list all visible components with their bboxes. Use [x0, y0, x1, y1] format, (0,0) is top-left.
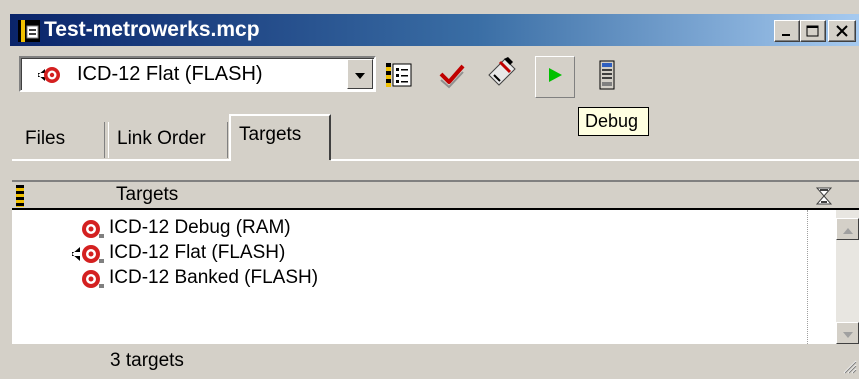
vertical-scrollbar[interactable] — [836, 210, 859, 344]
project-icon — [18, 20, 40, 42]
tab-divider — [12, 159, 231, 161]
column-title: Targets — [116, 184, 179, 205]
tab-label: Targets — [239, 124, 302, 145]
link-icon[interactable] — [815, 186, 833, 206]
column-divider — [807, 210, 808, 344]
synchronize-button[interactable] — [435, 60, 469, 94]
target-icon — [80, 218, 106, 240]
tab-label: Link Order — [117, 128, 206, 149]
scroll-down-button[interactable] — [836, 322, 859, 344]
synchronize-icon — [437, 60, 467, 95]
tab-targets[interactable]: Targets — [229, 114, 331, 160]
target-label: ICD-12 Flat (FLASH) — [109, 242, 286, 263]
title-bar[interactable]: Test-metrowerks.mcp — [10, 14, 859, 46]
dropdown-button[interactable] — [347, 59, 373, 89]
targets-column-header[interactable]: Targets — [12, 180, 859, 210]
maximize-icon — [806, 21, 820, 42]
target-label: ICD-12 Banked (FLASH) — [109, 267, 319, 288]
current-target-label: ICD-12 Flat (FLASH) — [77, 63, 263, 85]
target-icon — [80, 268, 106, 290]
resize-grip-icon[interactable] — [841, 358, 857, 374]
chevron-up-icon — [842, 219, 854, 240]
run-icon — [598, 60, 616, 95]
target-settings-button[interactable] — [382, 60, 416, 94]
minimize-button[interactable] — [774, 20, 800, 42]
target-row[interactable]: ICD-12 Banked (FLASH) — [12, 267, 802, 291]
target-count: 3 targets — [110, 350, 184, 371]
make-icon — [486, 56, 518, 94]
tab-link-order[interactable]: Link Order — [108, 122, 228, 158]
chevron-down-icon — [354, 64, 366, 85]
current-target-icon — [70, 243, 106, 265]
window-title: Test-metrowerks.mcp — [44, 18, 260, 41]
targets-list: ICD-12 Debug (RAM) ICD-12 Flat (FLASH) I… — [12, 210, 847, 344]
tab-files[interactable]: Files — [17, 122, 105, 158]
minimize-icon — [781, 21, 793, 42]
status-bar: 3 targets — [12, 344, 859, 376]
scroll-up-button[interactable] — [836, 218, 859, 240]
chevron-down-icon — [842, 323, 854, 344]
debug-button[interactable] — [535, 56, 575, 98]
target-selector[interactable]: ICD-12 Flat (FLASH) — [19, 56, 376, 92]
target-icon — [37, 65, 61, 85]
stripe-icon — [16, 185, 24, 207]
project-window: Test-metrowerks.mcp ICD-12 Flat (FLASH) … — [0, 0, 859, 376]
debug-icon — [545, 65, 565, 90]
settings-icon — [384, 60, 414, 95]
make-button[interactable] — [485, 56, 519, 94]
target-label: ICD-12 Debug (RAM) — [109, 217, 291, 238]
tab-divider — [331, 159, 859, 161]
tab-label: Files — [25, 128, 66, 149]
run-button[interactable] — [590, 60, 624, 94]
debug-tooltip: Debug — [578, 107, 649, 136]
close-icon — [835, 21, 849, 42]
target-row[interactable]: ICD-12 Debug (RAM) — [12, 217, 802, 241]
maximize-button[interactable] — [800, 20, 826, 42]
close-button[interactable] — [828, 20, 856, 42]
target-row[interactable]: ICD-12 Flat (FLASH) — [12, 242, 802, 266]
